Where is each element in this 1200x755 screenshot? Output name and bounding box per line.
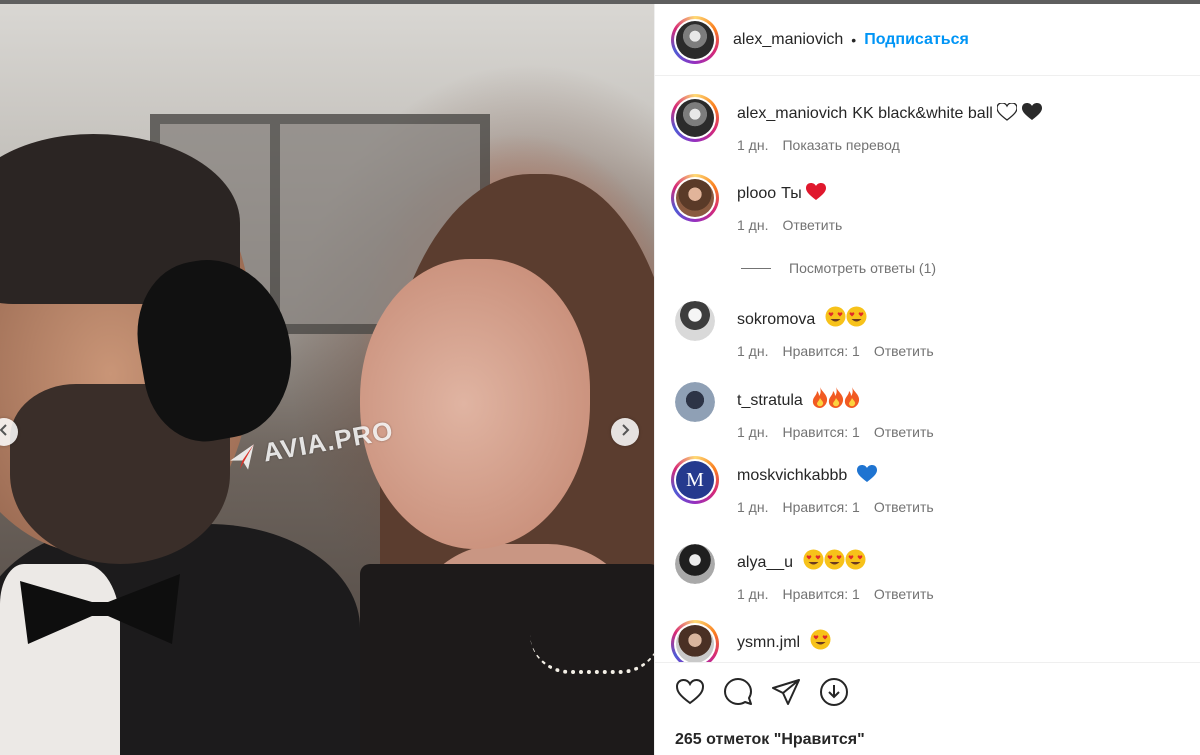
caption-item: alex_maniovich KK black&white ball 1 дн. …	[671, 94, 1042, 153]
heart-eyes-emoji-icon	[803, 549, 824, 576]
post-actions: 265 отметок "Нравится"	[655, 662, 1200, 755]
post-header: alex_maniovich • Подписаться	[655, 4, 1200, 76]
fire-emoji-icon	[828, 387, 844, 414]
commenter-avatar[interactable]	[671, 620, 719, 662]
commenter-avatar[interactable]	[675, 544, 715, 584]
comment-time: 1 дн.	[737, 424, 769, 440]
blue-heart-icon	[856, 465, 877, 489]
likes-count[interactable]: Нравится: 1	[782, 424, 859, 440]
reply-button[interactable]: Ответить	[874, 586, 934, 602]
post-photo[interactable]: AVIA.PRO	[0, 4, 654, 755]
comment-username[interactable]: t_stratula	[737, 392, 803, 409]
commenter-avatar[interactable]	[671, 174, 719, 222]
comment-username[interactable]: alya__u	[737, 554, 793, 571]
comment-username[interactable]: sokromova	[737, 311, 815, 328]
caption-time: 1 дн.	[737, 137, 769, 153]
comment-time: 1 дн.	[737, 499, 769, 515]
paper-plane-logo-icon	[225, 440, 260, 475]
red-heart-icon	[806, 183, 827, 207]
comment-item: sokromova 1 дн. Нравится: 1 Ответить	[671, 297, 934, 359]
chevron-left-icon	[0, 423, 10, 441]
comment-bubble-icon[interactable]	[723, 677, 753, 707]
reply-button[interactable]: Ответить	[782, 217, 842, 233]
heart-eyes-emoji-icon	[824, 549, 845, 576]
owner-username[interactable]: alex_maniovich	[733, 31, 843, 49]
heart-eyes-emoji-icon	[825, 306, 846, 333]
caption-text: KK black&white ball	[852, 105, 993, 122]
replies-divider	[741, 267, 771, 269]
heart-eyes-emoji-icon	[845, 549, 866, 576]
comment-item: plooo Ты 1 дн. Ответить	[671, 174, 842, 233]
comment-time: 1 дн.	[737, 586, 769, 602]
comment-time: 1 дн.	[737, 217, 769, 233]
likes-count[interactable]: Нравится: 1	[782, 499, 859, 515]
woman-face	[360, 259, 590, 549]
commenter-avatar[interactable]: M	[671, 456, 719, 504]
likes-count[interactable]: Нравится: 1	[782, 343, 859, 359]
share-paper-plane-icon[interactable]	[771, 677, 801, 707]
comment-item: ysmn.jml	[671, 620, 831, 662]
likes-summary[interactable]: 265 отметок "Нравится"	[675, 731, 865, 749]
comment-username[interactable]: moskvichkabbb	[737, 467, 847, 484]
caption-username[interactable]: alex_maniovich	[737, 105, 847, 122]
fire-emoji-icon	[812, 387, 828, 414]
necklace	[530, 634, 654, 674]
heart-eyes-emoji-icon	[846, 306, 867, 333]
header-separator: •	[851, 31, 857, 48]
download-icon[interactable]	[819, 677, 849, 707]
comment-time: 1 дн.	[737, 343, 769, 359]
view-replies-button[interactable]: Посмотреть ответы (1)	[741, 260, 936, 276]
comment-item: t_stratula 1 дн. Нравится: 1 Ответить	[671, 378, 934, 440]
reply-button[interactable]: Ответить	[874, 424, 934, 440]
owner-avatar[interactable]	[671, 15, 719, 64]
comments-list[interactable]: alex_maniovich KK black&white ball 1 дн. …	[655, 77, 1200, 662]
comment-username[interactable]: ysmn.jml	[737, 634, 800, 651]
comment-item: alya__u 1 дн. Нравится: 1 Ответить	[671, 540, 934, 602]
comment-text: Ты	[781, 185, 802, 202]
reply-button[interactable]: Ответить	[874, 343, 934, 359]
reply-button[interactable]: Ответить	[874, 499, 934, 515]
black-heart-icon	[1021, 103, 1042, 127]
next-photo-button[interactable]	[611, 418, 639, 446]
heart-eyes-emoji-icon	[810, 629, 831, 656]
commenter-avatar[interactable]	[675, 301, 715, 341]
chevron-right-icon	[619, 423, 631, 441]
caption-avatar[interactable]	[671, 94, 719, 142]
fire-emoji-icon	[844, 387, 860, 414]
white-heart-icon	[996, 102, 1018, 127]
avatar-letter: M	[676, 461, 714, 499]
comment-username[interactable]: plooo	[737, 185, 776, 202]
show-translation-button[interactable]: Показать перевод	[782, 137, 899, 153]
commenter-avatar[interactable]	[675, 382, 715, 422]
comment-item: M moskvichkabbb 1 дн. Нравится: 1 Ответи…	[671, 456, 934, 515]
follow-button[interactable]: Подписаться	[864, 31, 969, 49]
likes-count[interactable]: Нравится: 1	[782, 586, 859, 602]
like-heart-icon[interactable]	[675, 677, 705, 707]
view-replies-label: Посмотреть ответы (1)	[789, 260, 937, 276]
man-shirt	[0, 564, 120, 755]
post-side-panel: alex_maniovich • Подписаться alex_maniov…	[654, 4, 1200, 755]
